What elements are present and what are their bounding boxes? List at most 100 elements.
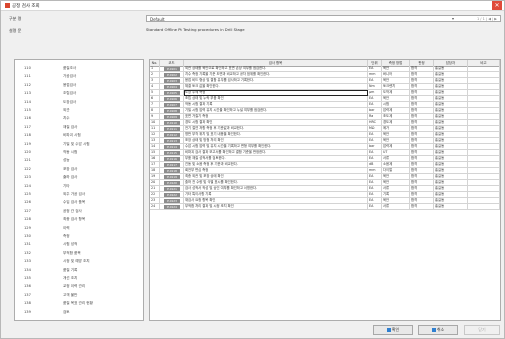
list-item-code: 120 [24, 150, 31, 154]
list-item[interactable]: 126 수입 검사 품목 [15, 200, 143, 206]
code-badge: P-0113 [164, 138, 180, 143]
list-item-label: 출하 검사 [63, 175, 78, 180]
list-item-label: 공정 간 검사 [63, 208, 82, 213]
list-item[interactable]: 137 고객 불만 [15, 293, 143, 299]
check-icon [386, 327, 391, 332]
list-item-code: 133 [24, 259, 31, 264]
list-item-label: 성능 [63, 158, 70, 163]
table-row[interactable]: 24 P-0124 부적합 처리 결과 및 시정 조치 확인 EA 서류 합격 홍길동 [150, 204, 500, 210]
table-cell-method: 서류 [382, 204, 410, 210]
list-item[interactable]: 133 시정 및 예방 조치 [15, 259, 143, 265]
category-label: 구분 명 [9, 16, 22, 21]
table-cell-no: 24 [150, 204, 160, 210]
code-badge: P-0101 [164, 66, 180, 71]
list-item-label: 시험 성적 [63, 242, 78, 247]
description-value: Standard Offline Pt Testing procedures i… [146, 27, 245, 32]
list-item-code: 114 [24, 99, 31, 104]
list-item-label: 용접검사 [63, 82, 77, 87]
list-item-code: 127 [24, 208, 31, 213]
list-item[interactable]: 128 최종 검사 항목 [15, 217, 143, 223]
list-item[interactable]: 124 기타 [15, 184, 143, 190]
code-badge: P-0106 [164, 96, 180, 101]
close-window-button[interactable]: ✕ [492, 1, 502, 10]
table-cell-note [468, 204, 500, 210]
list-item-code: 115 [24, 108, 31, 112]
list-item-label: 품질조사 [63, 66, 77, 70]
list-item-code: 138 [24, 301, 31, 306]
dialog-window: 공정 검사 조회 ✕ 구분 명 Default ▾ 1 / 1 | ◀ | ▶ … [0, 0, 505, 339]
list-item[interactable]: 110 품질조사 [15, 66, 143, 72]
list-item-code: 134 [24, 267, 31, 272]
list-item-code: 136 [24, 284, 31, 289]
list-item-label: 교정 이력 관리 [63, 284, 86, 289]
list-item[interactable]: 121 성능 [15, 158, 143, 164]
list-item-code: 125 [24, 192, 31, 196]
code-badge: P-0109 [164, 114, 180, 119]
list-item[interactable]: 115 외관 [15, 108, 143, 114]
list-item[interactable]: 132 부적합 품목 [15, 251, 143, 257]
list-item-label: 이력 [63, 225, 70, 230]
list-item-code: 123 [24, 175, 31, 180]
cancel-button-label: 취소 [436, 327, 445, 332]
code-badge: P-0119 [164, 174, 180, 179]
list-item[interactable]: 134 품질 기록 [15, 268, 143, 274]
cancel-button[interactable]: 취소 [418, 325, 458, 335]
list-item-label: 기타 [63, 183, 70, 188]
list-item[interactable]: 125 외주 가공 검사 [15, 192, 143, 198]
list-item-label: 수입 검사 품목 [63, 200, 86, 205]
inspection-grid[interactable]: No. 코드 검사 항목 단위 측정 방법 판정 담당자 비고 1 P-0101 외관 상태를 육… [149, 59, 501, 321]
list-item[interactable]: 130 측정 [15, 234, 143, 240]
list-item[interactable]: 116 치수 [15, 116, 143, 122]
list-item[interactable]: 131 시험 성적 [15, 242, 143, 248]
list-item-label: 기밀 및 수압 시험 [63, 141, 90, 146]
code-badge: P-0123 [164, 198, 180, 203]
code-badge: P-0110 [164, 120, 180, 125]
list-item[interactable]: 113 조립검사 [15, 91, 143, 97]
list-item[interactable]: 120 작동 시험 [15, 150, 143, 156]
list-item[interactable]: 122 포장 검사 [15, 167, 143, 173]
list-item-code: 117 [24, 124, 31, 129]
list-item[interactable]: 112 용접검사 [15, 83, 143, 89]
code-badge: P-0111 [164, 126, 180, 131]
code-badge: P-0114 [164, 144, 180, 149]
code-badge: P-0105 [164, 90, 180, 95]
list-item-code: 132 [24, 250, 31, 255]
table-cell-item: 부적합 처리 결과 및 시정 조치 확인 [184, 204, 368, 210]
category-list[interactable]: 110 품질조사 111 가공검사 112 용접검사 113 조립검사 114 도장검사 115 외관… [14, 59, 144, 321]
list-item-label: 부적합 품목 [63, 250, 81, 255]
list-item-label: 도장검사 [63, 99, 77, 104]
list-item[interactable]: 114 도장검사 [15, 100, 143, 106]
code-badge: P-0107 [164, 102, 180, 107]
list-item[interactable]: 119 기밀 및 수압 시험 [15, 142, 143, 148]
code-badge: P-0124 [164, 204, 180, 209]
list-item[interactable]: 136 교정 이력 관리 [15, 284, 143, 290]
list-item-code: 112 [24, 82, 31, 87]
window-title: 공정 검사 조회 [12, 4, 40, 9]
list-item-label: 조립검사 [63, 91, 77, 96]
description-label: 설명 문 [9, 28, 22, 33]
list-item[interactable]: 111 가공검사 [15, 74, 143, 80]
close-button[interactable]: 닫기 [464, 325, 500, 335]
list-item-code: 113 [24, 91, 31, 96]
list-item[interactable]: 139 검토 [15, 310, 143, 316]
chevron-down-icon[interactable]: ▾ [452, 16, 454, 21]
list-item[interactable]: 129 이력 [15, 226, 143, 232]
list-item-label: 비파괴 시험 [63, 133, 81, 138]
code-badge: P-0103 [164, 78, 180, 83]
list-item-code: 126 [24, 200, 31, 205]
category-dropdown[interactable]: Default ▾ 1 / 1 | ◀ | ▶ [146, 15, 501, 22]
list-item[interactable]: 117 재질 검사 [15, 125, 143, 131]
list-item-label: 측정 [63, 234, 70, 238]
list-item[interactable]: 123 출하 검사 [15, 175, 143, 181]
list-item-label: 외주 가공 검사 [63, 192, 86, 196]
list-item[interactable]: 118 비파괴 시험 [15, 133, 143, 139]
list-item[interactable]: 138 품질 목표 관리 현황 [15, 301, 143, 307]
list-item[interactable]: 127 공정 간 검사 [15, 209, 143, 215]
list-item-code: 131 [24, 242, 31, 247]
list-item[interactable]: 135 개선 조치 [15, 276, 143, 282]
category-pager[interactable]: 1 / 1 | ◀ | ▶ [477, 17, 497, 21]
ok-button[interactable]: 확인 [373, 325, 413, 335]
list-item-label: 포장 검사 [63, 166, 78, 171]
list-item-code: 116 [24, 116, 31, 121]
code-badge: P-0122 [164, 192, 180, 197]
